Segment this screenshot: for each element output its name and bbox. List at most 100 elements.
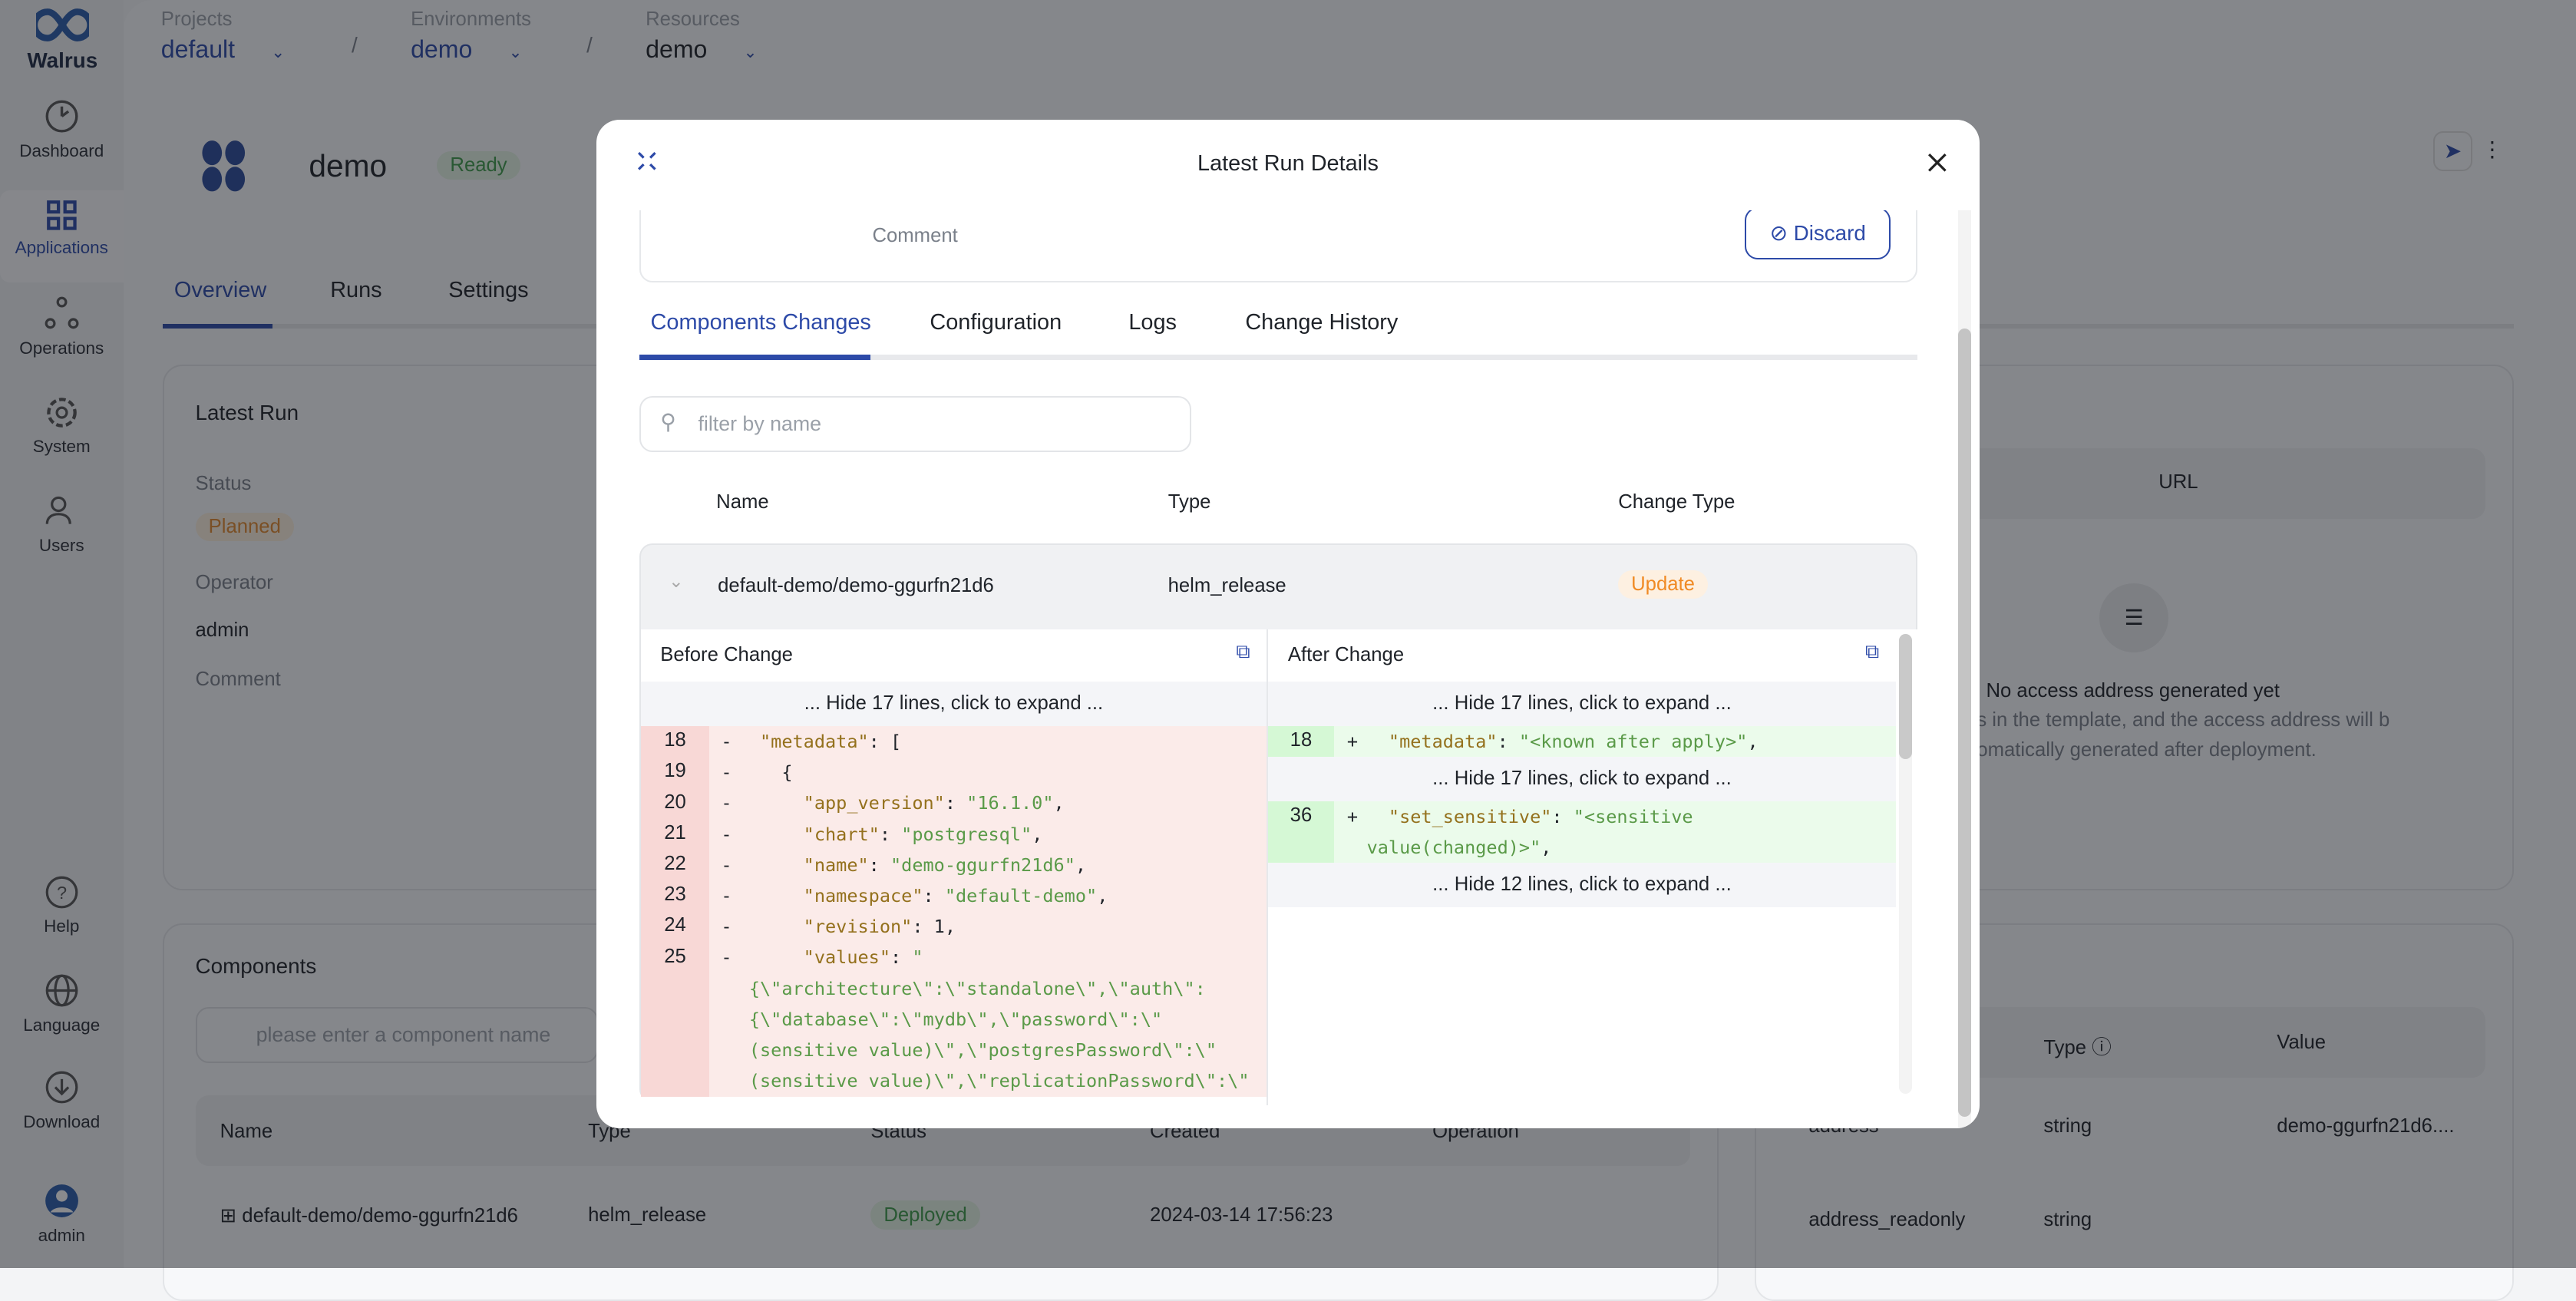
line-number: 21 xyxy=(640,818,710,850)
column-header-type: Type xyxy=(1167,490,1211,513)
modal-scrollbar[interactable] xyxy=(1958,210,1972,1129)
line-number: 18 xyxy=(1268,725,1334,758)
line-code: - "values": " {\"architecture\":\"standa… xyxy=(709,942,1267,1097)
tab-logs[interactable]: Logs xyxy=(1128,310,1177,335)
diff-viewer: Before Change ⧉ ... Hide 17 lines, click … xyxy=(640,629,1917,1106)
tab-components-changes[interactable]: Components Changes xyxy=(651,310,871,335)
column-header-change-type: Change Type xyxy=(1618,490,1735,513)
modal-title: Latest Run Details xyxy=(1197,150,1379,176)
run-info-card xyxy=(639,210,1917,283)
code-token: "default-demo" xyxy=(944,884,1098,906)
line-code: + "metadata": "<known after apply>", xyxy=(1333,725,1896,758)
code-token: "namespace" xyxy=(803,884,923,906)
code-token: "set_sensitive" xyxy=(1388,805,1552,827)
code-token: : [ xyxy=(868,730,902,752)
code-token: "<known after apply>" xyxy=(1518,730,1748,752)
code-token: : xyxy=(923,884,945,906)
line-number: 24 xyxy=(640,911,710,943)
component-change-row[interactable]: ⌄ default-demo/demo-ggurfn21d6 helm_rele… xyxy=(639,543,1917,1106)
code-token: : xyxy=(879,823,902,845)
code-token: , xyxy=(1075,854,1087,876)
copy-icon[interactable]: ⧉ xyxy=(1236,641,1250,664)
line-code: - "name": "demo-ggurfn21d6", xyxy=(709,849,1267,880)
discard-label: Discard xyxy=(1793,220,1866,245)
filter-input[interactable]: ⚲ filter by name xyxy=(639,395,1191,452)
diff-line: 24- "revision": 1, xyxy=(640,911,1267,943)
line-code: + "set_sensitive": "<sensitive value(cha… xyxy=(1333,801,1896,863)
chevron-down-icon[interactable]: ⌄ xyxy=(669,570,684,592)
code-token: "revision" xyxy=(803,916,913,938)
code-token: "16.1.0" xyxy=(966,792,1054,814)
after-change-pane: After Change ⧉ ... Hide 17 lines, click t… xyxy=(1268,629,1896,1106)
tab-change-history[interactable]: Change History xyxy=(1245,310,1398,335)
change-component-name: default-demo/demo-ggurfn21d6 xyxy=(718,574,994,596)
pane-header: Before Change ⧉ xyxy=(641,629,1267,682)
latest-run-details-modal: Latest Run Details Comment ⊘ Discard Com… xyxy=(596,120,1980,1129)
line-number: 22 xyxy=(640,849,710,880)
minus-icon: - xyxy=(721,792,732,814)
line-code: - "chart": "postgresql", xyxy=(709,818,1267,850)
line-code: - "metadata": [ xyxy=(709,725,1267,758)
scrollbar-thumb[interactable] xyxy=(1958,329,1972,1118)
code-token: : xyxy=(868,854,891,876)
active-tab-indicator xyxy=(639,355,871,360)
line-number: 23 xyxy=(640,880,710,912)
close-icon[interactable] xyxy=(1927,153,1947,173)
minus-icon: - xyxy=(721,854,732,876)
copy-icon[interactable]: ⧉ xyxy=(1865,641,1879,664)
expand-hidden-lines[interactable]: ... Hide 17 lines, click to expand ... xyxy=(640,682,1267,726)
filter-placeholder: filter by name xyxy=(698,412,822,436)
scrollbar-thumb[interactable] xyxy=(1899,633,1913,759)
plus-icon: + xyxy=(1346,805,1359,827)
diff-line: 18 + "metadata": "<known after apply>", xyxy=(1268,725,1896,758)
code-token: , xyxy=(1541,837,1552,859)
discard-button[interactable]: ⊘ Discard xyxy=(1744,210,1891,260)
code-token: : xyxy=(890,946,913,969)
line-number: 20 xyxy=(640,788,710,819)
minus-icon: - xyxy=(721,946,732,969)
change-type-badge: Update xyxy=(1618,570,1709,599)
code-token: "metadata" xyxy=(1388,730,1498,752)
plus-icon: + xyxy=(1346,730,1359,752)
diff-scrollbar[interactable] xyxy=(1899,633,1913,1095)
code-token: " {\"architecture\":\"standalone\",\"aut… xyxy=(748,946,1250,1092)
diff-line: 19- { xyxy=(640,757,1267,788)
expand-hidden-lines[interactable]: ... Hide 17 lines, click to expand ... xyxy=(1268,682,1896,726)
diff-line: 36 + "set_sensitive": "<sensitive value(c… xyxy=(1268,801,1896,863)
code-token: : xyxy=(944,792,967,814)
code-token: : xyxy=(1551,805,1574,827)
before-lines: 18- "metadata": [19- {20- "app_version":… xyxy=(640,725,1267,1097)
change-component-type: helm_release xyxy=(1167,574,1286,596)
line-number: 25 xyxy=(640,942,710,1097)
code-token: , xyxy=(1032,823,1043,845)
minus-icon: - xyxy=(721,761,732,784)
code-token: "demo-ggurfn21d6" xyxy=(890,854,1075,876)
line-number: 19 xyxy=(640,757,710,788)
column-header-name: Name xyxy=(716,490,769,513)
pane-header: After Change ⧉ xyxy=(1268,629,1896,682)
minus-icon: - xyxy=(721,823,732,845)
code-token: : xyxy=(1497,730,1519,752)
expand-hidden-lines[interactable]: ... Hide 17 lines, click to expand ... xyxy=(1268,757,1896,801)
code-token: , xyxy=(1053,792,1065,814)
line-code: - "app_version": "16.1.0", xyxy=(709,788,1267,819)
expand-hidden-lines[interactable]: ... Hide 12 lines, click to expand ... xyxy=(1268,863,1896,908)
diff-line: 25- "values": " {\"architecture\":\"stan… xyxy=(640,942,1267,1097)
code-token: { xyxy=(748,761,793,784)
diff-line: 18- "metadata": [ xyxy=(640,725,1267,758)
tab-configuration[interactable]: Configuration xyxy=(930,310,1062,335)
line-code: - "namespace": "default-demo", xyxy=(709,880,1267,912)
minus-icon: - xyxy=(721,884,732,906)
diff-line: 23- "namespace": "default-demo", xyxy=(640,880,1267,912)
line-number: 18 xyxy=(640,725,710,758)
pane-title: After Change xyxy=(1287,643,1405,665)
